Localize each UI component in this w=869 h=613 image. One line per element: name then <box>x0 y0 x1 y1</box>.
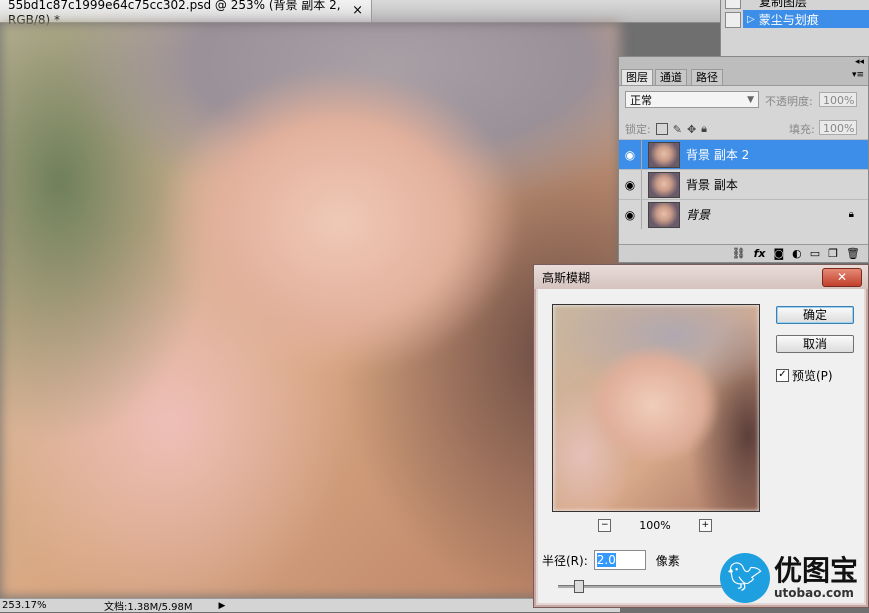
action-toggle-checkbox[interactable] <box>725 0 741 9</box>
link-layers-icon[interactable]: ⛓ <box>732 247 746 260</box>
action-label: 蒙尘与划痕 <box>758 12 819 27</box>
action-play-icon: ▷ <box>747 13 755 25</box>
preview-checkbox[interactable]: ✓ 预览(P) <box>776 367 833 384</box>
radius-unit: 像素 <box>655 553 680 568</box>
lock-move-icon[interactable]: ✥ <box>687 123 696 136</box>
adjustment-layer-icon[interactable]: ◐ <box>792 247 802 260</box>
blur-preview[interactable] <box>552 304 760 512</box>
lock-row: 锁定: ✎ ✥ 🔒︎ <box>625 121 707 137</box>
watermark-url: utobao.com <box>774 586 854 600</box>
dialog-close-button[interactable]: ✕ <box>822 268 862 287</box>
lock-label: 锁定: <box>625 123 651 136</box>
radius-input[interactable]: 2.0 <box>593 550 646 570</box>
panel-tabs: ◂◂ 图层 通道 路径 ▾≡ <box>619 57 868 86</box>
status-zoom[interactable]: 253.17% <box>0 600 47 611</box>
lock-transparency-icon[interactable] <box>655 123 668 135</box>
eye-icon[interactable]: ◉ <box>619 140 642 169</box>
layer-row[interactable]: ◉ 背景 副本 2 <box>619 139 868 169</box>
tab-paths[interactable]: 路径 <box>691 69 723 85</box>
layer-name: 背景 <box>686 208 711 222</box>
layer-name: 背景 副本 2 <box>686 148 750 162</box>
zoom-in-button[interactable]: + <box>698 518 712 532</box>
document-tab-bar: 55bd1c87c1999e64c75cc302.psd @ 253% (背景 … <box>0 0 720 27</box>
new-group-icon[interactable]: ▭ <box>810 247 820 260</box>
watermark-text: 优图宝 utobao.com <box>774 554 859 601</box>
dialog-title: 高斯模糊 <box>542 270 591 285</box>
status-bar: 253.17% 文档:1.38M/5.98M ▶ <box>0 598 620 613</box>
fx-icon[interactable]: fx <box>754 247 766 260</box>
actions-panel: 复制图层 ▷ 蒙尘与划痕 <box>720 0 869 56</box>
layer-row[interactable]: ◉ 背景 副本 <box>619 169 868 199</box>
preview-zoom-value: 100% <box>639 518 671 532</box>
close-icon[interactable]: × <box>352 3 363 18</box>
eye-icon[interactable]: ◉ <box>619 170 642 199</box>
radius-slider-thumb[interactable] <box>574 580 584 593</box>
ok-button[interactable]: 确定 <box>776 306 854 324</box>
layer-lock-icon: 🔒︎ <box>848 209 854 220</box>
trash-icon[interactable]: 🗑︎ <box>846 247 860 260</box>
zoom-out-button[interactable]: − <box>598 518 612 532</box>
opacity-label: 不透明度: <box>765 95 813 108</box>
preview-image <box>553 305 759 511</box>
new-layer-icon[interactable]: ❐ <box>828 247 838 260</box>
blend-mode-value: 正常 <box>630 94 652 107</box>
blend-mode-select[interactable]: 正常 ▼ <box>625 91 759 108</box>
lock-brush-icon[interactable]: ✎ <box>673 123 682 136</box>
layers-panel: ◂◂ 图层 通道 路径 ▾≡ 正常 ▼ 不透明度: 100% 锁定: ✎ ✥ 🔒… <box>618 56 869 263</box>
add-mask-icon[interactable]: ◙ <box>773 247 784 260</box>
preview-checkbox-label: 预览(P) <box>792 369 833 383</box>
opacity-field[interactable]: 100% <box>819 92 857 107</box>
layer-name: 背景 副本 <box>686 178 738 192</box>
tab-channels[interactable]: 通道 <box>655 69 687 85</box>
tab-layers[interactable]: 图层 <box>621 69 653 85</box>
play-arrow-icon[interactable]: ▶ <box>219 601 226 611</box>
chevron-down-icon: ▼ <box>747 95 754 105</box>
action-item-dust-scratches[interactable]: ▷ 蒙尘与划痕 <box>743 10 869 28</box>
bird-logo-icon: 🐦︎ <box>720 553 770 603</box>
dialog-titlebar[interactable]: 高斯模糊 ✕ <box>534 265 868 289</box>
layer-row[interactable]: ◉ 背景 🔒︎ <box>619 199 868 229</box>
layer-thumbnail <box>648 141 680 168</box>
layer-thumbnail <box>648 201 680 228</box>
lock-all-icon[interactable]: 🔒︎ <box>701 122 707 136</box>
panel-menu-icon[interactable]: ▾≡ <box>852 70 864 80</box>
collapse-icon[interactable]: ◂◂ <box>855 57 864 67</box>
fill-field[interactable]: 100% <box>819 120 857 135</box>
cancel-button[interactable]: 取消 <box>776 335 854 353</box>
canvas-image[interactable] <box>0 22 620 598</box>
eye-icon[interactable]: ◉ <box>619 200 642 229</box>
layers-footer: ⛓ fx ◙ ◐ ▭ ❐ 🗑︎ <box>619 244 868 262</box>
radius-row: 半径(R): 2.0 像素 <box>542 550 680 570</box>
preview-zoom-controls: − 100% + <box>552 517 758 533</box>
watermark-title: 优图宝 <box>774 554 859 587</box>
fill-label: 填充: <box>789 123 815 136</box>
checkbox-check-icon[interactable]: ✓ <box>776 369 789 382</box>
action-item-copy-layer[interactable]: 复制图层 <box>721 0 869 10</box>
action-label: 复制图层 <box>759 0 808 9</box>
action-toggle-checkbox[interactable] <box>725 12 741 28</box>
layer-thumbnail <box>648 171 680 198</box>
radius-label: 半径(R): <box>542 553 588 568</box>
document-tab[interactable]: 55bd1c87c1999e64c75cc302.psd @ 253% (背景 … <box>0 0 372 27</box>
watermark-logo: 🐦︎ 优图宝 utobao.com <box>720 548 869 608</box>
radius-value: 2.0 <box>596 553 616 567</box>
